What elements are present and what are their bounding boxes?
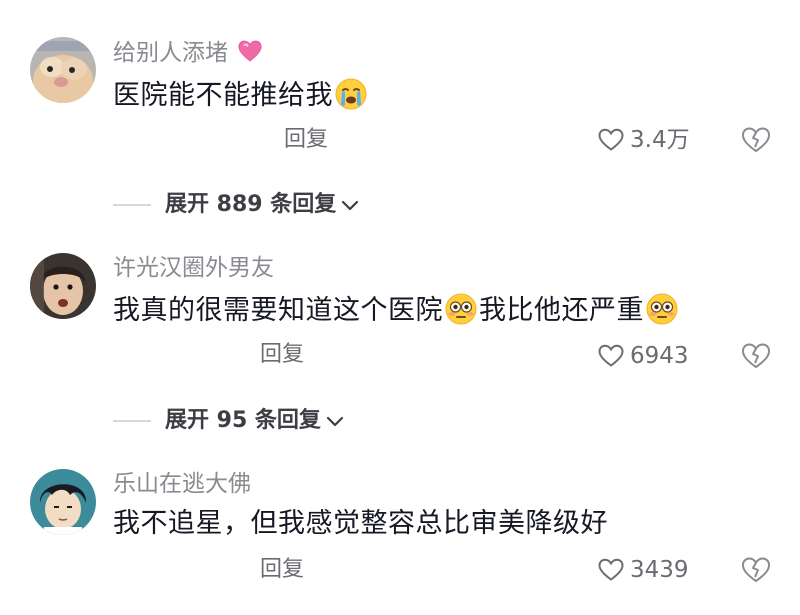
like-count: 3439 [630, 557, 689, 583]
comment-item: 乐山在逃大佛 我不追星，但我感觉整容总比审美降级好 回复 3439 [0, 0, 800, 615]
heart-outline-icon [598, 558, 624, 581]
comment-username[interactable]: 乐山在逃大佛 [113, 470, 251, 498]
reply-button[interactable]: 回复 [260, 555, 304, 585]
comment-text: 我不追星，但我感觉整容总比审美降级好 [113, 508, 608, 539]
broken-heart-icon[interactable] [741, 555, 771, 585]
avatar[interactable] [30, 469, 96, 535]
like-button[interactable]: 3439 [598, 555, 689, 585]
